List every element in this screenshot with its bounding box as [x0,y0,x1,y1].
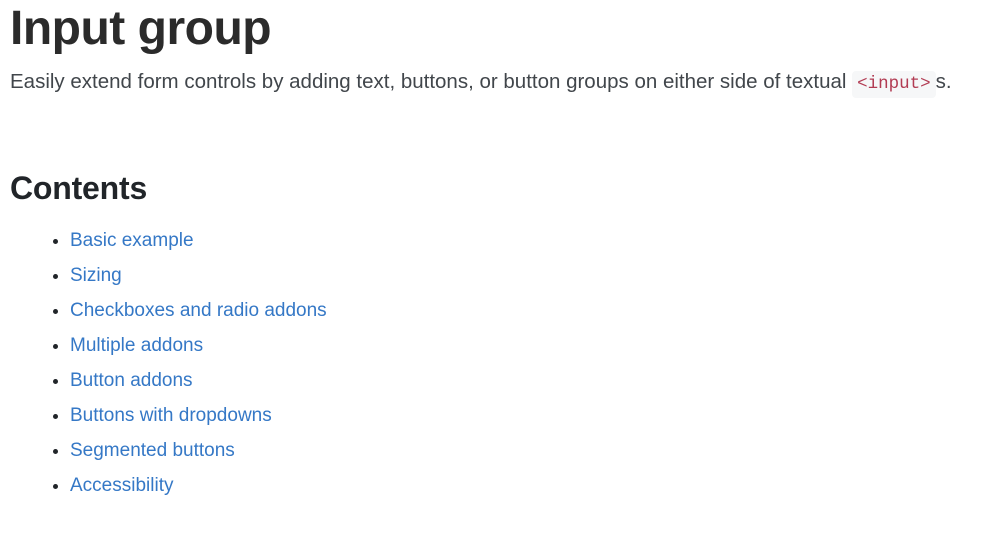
page-lead-paragraph: Easily extend form controls by adding te… [10,63,987,101]
lead-text-after: s. [935,69,952,93]
list-item: Button addons [10,363,987,398]
contents-link-segmented-buttons[interactable]: Segmented buttons [70,440,235,461]
contents-list: Basic example Sizing Checkboxes and radi… [10,223,987,503]
contents-link-sizing[interactable]: Sizing [70,265,122,286]
input-code-tag: <input> [852,70,936,98]
page-title: Input group [10,2,272,55]
contents-link-checkboxes-and-radio-addons[interactable]: Checkboxes and radio addons [70,300,327,321]
page-container: Input group Easily extend form controls … [0,0,997,503]
contents-link-basic-example[interactable]: Basic example [70,230,194,251]
contents-link-button-addons[interactable]: Button addons [70,370,193,391]
list-item: Buttons with dropdowns [10,398,987,433]
contents-heading: Contents [10,169,148,206]
list-item: Accessibility [10,468,987,503]
list-item: Basic example [10,223,987,258]
list-item: Multiple addons [10,328,987,363]
contents-link-multiple-addons[interactable]: Multiple addons [70,335,203,356]
contents-link-buttons-with-dropdowns[interactable]: Buttons with dropdowns [70,405,272,426]
list-item: Sizing [10,258,987,293]
list-item: Checkboxes and radio addons [10,293,987,328]
lead-text-before: Easily extend form controls by adding te… [10,69,853,93]
contents-link-accessibility[interactable]: Accessibility [70,475,173,496]
list-item: Segmented buttons [10,433,987,468]
